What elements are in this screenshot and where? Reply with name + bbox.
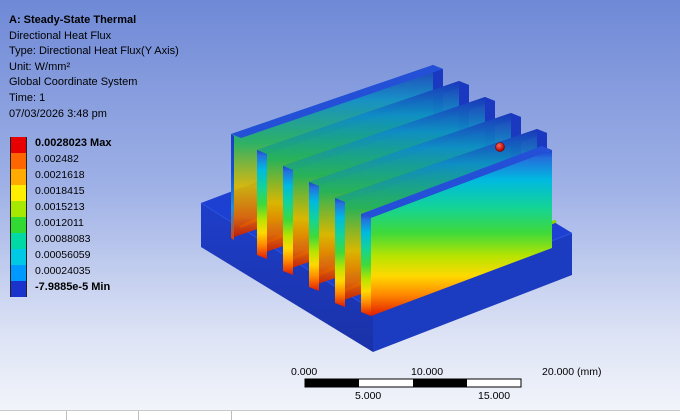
scale-bar-segment (413, 379, 467, 387)
scale-label-5: 5.000 (355, 390, 382, 402)
scale-label-0: 0.000 (291, 366, 318, 378)
scale-label-15: 15.000 (478, 390, 511, 402)
scale-bar-segment (305, 379, 359, 387)
scale-label-10: 10.000 (411, 366, 444, 378)
scale-label-20: 20.000 (mm) (542, 366, 602, 378)
scale-bar (304, 378, 522, 388)
